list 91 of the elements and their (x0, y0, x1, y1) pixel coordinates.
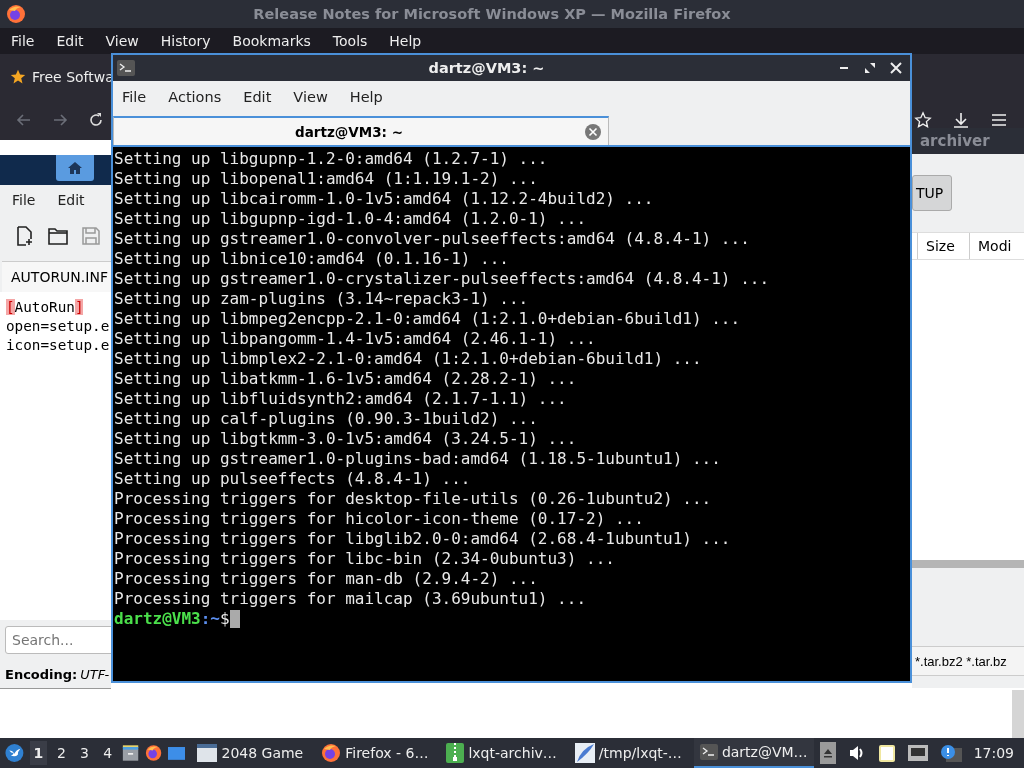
column-header[interactable]: Modi (969, 233, 1024, 259)
window-title: archiver (920, 132, 990, 150)
menu-item[interactable]: View (98, 33, 146, 49)
eject-icon[interactable] (819, 742, 836, 764)
forward-icon[interactable] (52, 112, 68, 128)
notification-icon[interactable] (939, 744, 962, 762)
desktop-switch[interactable]: 2 (52, 741, 70, 765)
menu-icon[interactable] (990, 111, 1008, 129)
output-line: Setting up libmpeg2encpp-2.1-0:amd64 (1:2.1.0+debian-6build1) ... (114, 309, 742, 329)
star-icon[interactable] (914, 111, 932, 129)
back-icon[interactable] (16, 112, 32, 128)
terminal-icon (117, 60, 135, 76)
code-line: icon=setup.e (6, 336, 111, 355)
star-icon (10, 69, 26, 85)
desktop-switch[interactable]: 4 (99, 741, 117, 765)
column-header[interactable]: Size (917, 233, 969, 259)
menu-item[interactable]: Edit (49, 33, 91, 49)
clipboard-icon[interactable] (877, 743, 896, 763)
menu-item[interactable]: History (153, 33, 218, 49)
taskbar-button[interactable]: lxqt-archiv… (440, 738, 563, 768)
window-title: Release Notes for Microsoft Windows XP — Mozilla Firefox (252, 6, 732, 22)
output-line: Setting up gstreamer1.0-convolver-pulseeffects:amd64 (4.8.4-1) ... (114, 229, 751, 249)
code-line: open=setup.e (6, 317, 111, 336)
output-line: Processing triggers for desktop-file-utils (0.26-1ubuntu2) ... (114, 489, 713, 509)
menu-item[interactable]: Edit (243, 89, 272, 105)
start-menu-icon[interactable] (5, 742, 24, 764)
home-icon[interactable] (56, 155, 94, 181)
output-line: Processing triggers for libglib2.0-0:amd64 (2.68.4-1ubuntu1) ... (114, 529, 732, 549)
output-line: Setting up libfluidsynth2:amd64 (2.1.7-1.1) ... (114, 389, 568, 409)
output-line: Setting up libgtkmm-3.0-1v5:amd64 (3.24.5-1) ... (114, 429, 578, 449)
firefox-icon (321, 743, 342, 763)
search-field[interactable]: Search... (5, 626, 111, 654)
menu-item[interactable]: Help (349, 89, 383, 105)
output-line: Setting up zam-plugins (3.14~repack3-1) ... (114, 289, 530, 309)
output-line: Setting up gstreamer1.0-crystalizer-pulseeffects:amd64 (4.8.4-1) ... (114, 269, 771, 289)
output-line: Setting up libopenal1:amd64 (1:1.19.1-2) ... (114, 169, 539, 189)
window-icon (197, 744, 218, 762)
shell-prompt: dartz@VM3:~$ (114, 609, 230, 629)
output-line: Processing triggers for libc-bin (2.34-0ubuntu3) ... (114, 549, 616, 569)
desktop-switch[interactable]: 1 (29, 741, 47, 765)
firefox-icon (6, 4, 26, 24)
new-file-icon[interactable] (16, 226, 34, 246)
close-icon[interactable] (890, 62, 902, 74)
file-tab[interactable]: AUTORUN.INF (2, 261, 111, 292)
output-line: Setting up libcairomm-1.0-1v5:amd64 (1.12.2-4build2) ... (114, 189, 655, 209)
output-line: Setting up libatkmm-1.6-1v5:amd64 (2.28.2-1) ... (114, 369, 578, 389)
output-line: Setting up libgupnp-1.2-0:amd64 (1.2.7-1) ... (114, 149, 549, 169)
maximize-icon[interactable] (864, 62, 876, 74)
network-icon[interactable] (907, 745, 928, 761)
clock: 17:09 (973, 745, 1014, 761)
menu-item[interactable]: View (293, 89, 328, 105)
output-line: Setting up libgupnp-igd-1.0-4:amd64 (1.2.0-1) ... (114, 209, 587, 229)
scrollbar[interactable] (1012, 690, 1024, 738)
code-line: [AutoRun] (6, 298, 85, 317)
output-line: Setting up calf-plugins (0.90.3-1build2) ... (114, 409, 539, 429)
window-title: dartz@VM3: ~ (427, 60, 546, 76)
output-line: Processing triggers for hicolor-icon-theme (0.17-2) ... (114, 509, 645, 529)
taskbar-button[interactable]: 2048 Game (191, 738, 310, 768)
terminal-icon (699, 744, 718, 760)
status-text: Encoding: UTF- (4, 665, 111, 684)
taskbar-button[interactable]: Firefox - 6… (315, 738, 435, 768)
menu-item[interactable]: Bookmarks (225, 33, 318, 49)
extract-button[interactable]: TUP (912, 175, 953, 211)
text-cursor (229, 610, 240, 628)
download-icon[interactable] (952, 111, 970, 129)
quill-icon (574, 743, 595, 763)
menu-item[interactable]: Edit (57, 192, 85, 208)
output-line: Setting up libnice10:amd64 (0.1.16-1) ... (114, 249, 510, 269)
terminal-tab[interactable]: dartz@VM3: ~ (113, 116, 609, 145)
desktop-switch[interactable]: 3 (76, 741, 94, 765)
output-line: Processing triggers for man-db (2.9.4-2) ... (114, 569, 539, 589)
firefox-icon (145, 743, 163, 763)
reload-icon[interactable] (88, 112, 104, 128)
taskbar-button[interactable]: /tmp/lxqt-… (568, 738, 688, 768)
output-line: Setting up pulseeffects (4.8.4-1) ... (114, 469, 472, 489)
output-line: Processing triggers for mailcap (3.69ubuntu1) ... (114, 589, 587, 609)
zip-icon (446, 743, 465, 763)
scrollbar[interactable] (912, 560, 1024, 568)
menu-item[interactable]: File (4, 33, 42, 49)
filter-dropdown[interactable]: *.tar.bz2 *.tar.bz (912, 647, 1024, 676)
menu-item[interactable]: File (12, 192, 36, 208)
output-line: Setting up libmplex2-2.1-0:amd64 (1:2.1.0+debian-6build1) ... (114, 349, 703, 369)
menu-item[interactable]: Help (382, 33, 429, 49)
folder-icon[interactable] (48, 227, 68, 245)
output-line: Setting up libpangomm-1.4-1v5:amd64 (2.46.1-1) ... (114, 329, 597, 349)
output-line: Setting up gstreamer1.0-plugins-bad:amd64 (1.18.5-1ubuntu1) ... (114, 449, 722, 469)
menu-item[interactable]: Tools (325, 33, 375, 49)
taskbar-button[interactable]: dartz@VM… (693, 738, 814, 768)
menu-item[interactable]: File (122, 89, 147, 105)
menu-item[interactable]: Actions (168, 89, 222, 105)
file-cabinet-icon[interactable] (122, 743, 140, 763)
